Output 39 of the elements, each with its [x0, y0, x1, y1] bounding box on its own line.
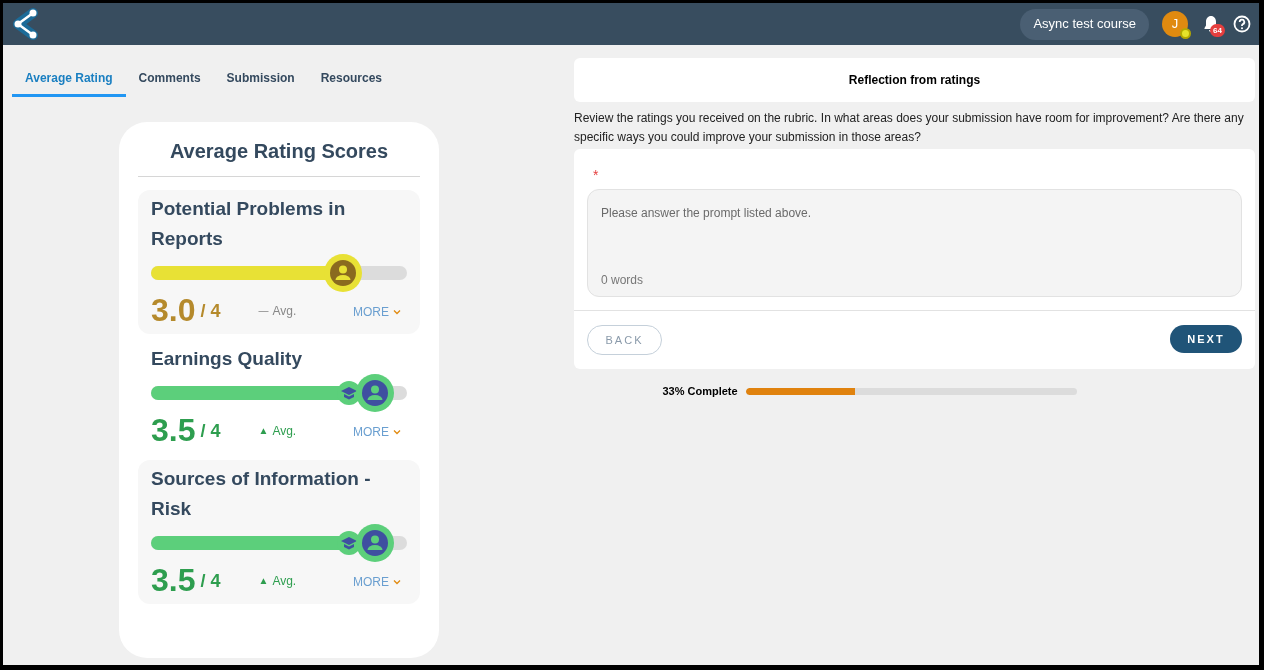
caret-icon	[393, 429, 401, 435]
user-icon	[324, 254, 362, 292]
tab[interactable]: Submission	[213, 61, 308, 97]
tab[interactable]: Comments	[125, 61, 214, 97]
trend-icon: ▲	[258, 423, 269, 438]
caret-icon	[393, 579, 401, 585]
more-button[interactable]: MORE	[353, 303, 401, 321]
criterion-title: Sources of Information - Risk	[151, 467, 372, 521]
progress-label: 33% Complete	[662, 384, 738, 399]
more-button[interactable]: MORE	[353, 573, 401, 591]
more-button[interactable]: MORE	[353, 423, 401, 441]
help-icon[interactable]	[1233, 15, 1251, 33]
tab[interactable]: Resources	[307, 61, 395, 97]
score-value: 3.5	[151, 562, 196, 598]
score-value: 3.0	[151, 292, 196, 328]
next-button[interactable]: NEXT	[1170, 325, 1242, 353]
user-icon	[356, 374, 394, 412]
caret-icon	[393, 309, 401, 315]
card-title: Average Rating Scores	[138, 136, 420, 177]
prompt-text: Review the ratings you received on the rubric. In what areas does your submission have room for improvement? Are there any specific ways you could improve your submission in those areas?	[574, 110, 1245, 146]
section-title: Reflection from ratings	[574, 58, 1255, 102]
score-max: / 4	[200, 300, 221, 323]
score-max: / 4	[200, 420, 221, 443]
avatar[interactable]: J	[1162, 11, 1188, 37]
notification-badge: 64	[1210, 24, 1225, 37]
score-max: / 4	[200, 570, 221, 593]
trend-icon: —	[258, 303, 269, 318]
average-label: Avg.	[272, 573, 297, 590]
score-value: 3.5	[151, 412, 196, 448]
criterion-title: Potential Problems in Reports	[151, 197, 347, 251]
tab[interactable]: Average Rating	[12, 61, 126, 97]
word-count: 0 words	[601, 272, 644, 289]
course-button[interactable]: Async test course	[1020, 8, 1149, 40]
user-icon	[356, 524, 394, 562]
average-label: Avg.	[272, 303, 297, 320]
criterion-title: Earnings Quality	[151, 347, 303, 371]
trend-icon: ▲	[258, 573, 269, 588]
average-label: Avg.	[272, 423, 297, 440]
required-mark: *	[593, 167, 599, 183]
